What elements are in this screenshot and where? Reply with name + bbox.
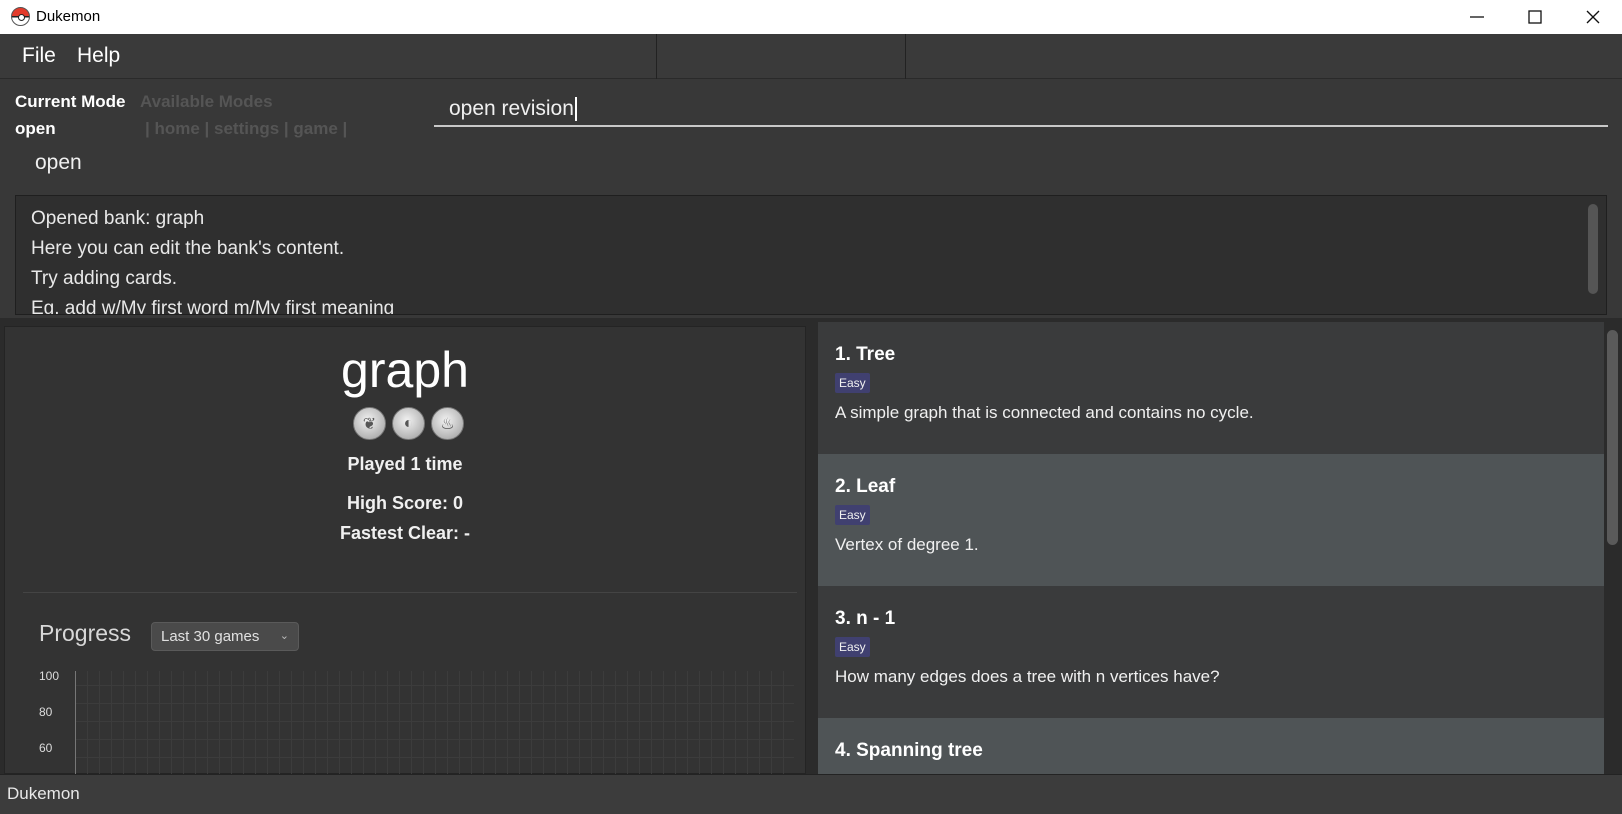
fire-badge-icon: ♨ — [431, 407, 464, 440]
pokeball-app-icon — [11, 7, 30, 26]
minimize-icon — [1470, 16, 1484, 18]
current-mode-label: Current Mode — [15, 92, 126, 111]
water-badge-icon: ◐ — [392, 407, 425, 440]
section-divider — [23, 592, 797, 593]
grass-badge-icon: ❦ — [353, 407, 386, 440]
maximize-button[interactable] — [1506, 0, 1564, 34]
y-tick-label: 80 — [39, 705, 53, 719]
card-list-scrollbar[interactable] — [1604, 322, 1622, 774]
text-caret — [574, 97, 577, 122]
menu-divider — [656, 34, 657, 79]
high-score: High Score: 0 — [346, 493, 464, 513]
y-tick-label: 100 — [39, 669, 60, 683]
command-input[interactable]: open revision — [434, 91, 1608, 127]
card-item[interactable]: 1. Tree Easy A simple graph that is conn… — [818, 322, 1604, 454]
scrollbar-thumb[interactable] — [1607, 330, 1618, 545]
difficulty-tag: Easy — [835, 373, 870, 393]
y-tick-label: 60 — [39, 741, 53, 755]
card-item[interactable]: 2. Leaf Easy Vertex of degree 1. — [818, 454, 1604, 586]
close-icon — [1586, 10, 1600, 24]
result-line: Here you can edit the bank's content. — [31, 238, 345, 259]
fastest-clear: Fastest Clear: - — [339, 523, 471, 543]
chart-plot-area — [75, 671, 794, 775]
menu-file[interactable]: File — [22, 44, 56, 68]
card-item[interactable]: 4. Spanning tree — [818, 718, 1604, 774]
minimize-button[interactable] — [1448, 0, 1506, 34]
chevron-down-icon: ⌄ — [279, 630, 289, 642]
games-range-value: Last 30 games — [161, 628, 260, 645]
window-title: Dukemon — [36, 8, 101, 25]
card-title: 1. Tree — [835, 344, 896, 365]
card-item[interactable]: 3. n - 1 Easy How many edges does a tree… — [818, 586, 1604, 718]
bank-panel: graph ❦ ◐ ♨ Played 1 time High Score: 0 … — [0, 318, 808, 775]
result-line: Eg. add w/My first word m/My first meani… — [31, 298, 395, 315]
card-meaning: Vertex of degree 1. — [835, 535, 979, 554]
progress-label: Progress — [39, 620, 132, 646]
current-mode-value: open — [15, 119, 56, 138]
difficulty-tag: Easy — [835, 637, 870, 657]
bank-info-card: graph ❦ ◐ ♨ Played 1 time High Score: 0 … — [4, 326, 806, 775]
autocomplete-suggestion[interactable]: open — [35, 151, 82, 175]
card-list[interactable]: 1. Tree Easy A simple graph that is conn… — [818, 322, 1604, 774]
command-text: open revision — [449, 97, 574, 120]
close-button[interactable] — [1564, 0, 1622, 34]
status-bar: Dukemon — [0, 774, 1622, 814]
status-text: Dukemon — [7, 784, 80, 803]
command-area: Current Mode open Available Modes | home… — [0, 79, 1622, 186]
maximize-icon — [1528, 10, 1542, 24]
available-modes-list: | home | settings | game | — [145, 119, 348, 138]
result-display-area: Opened bank: graph Here you can edit the… — [0, 186, 1622, 318]
available-modes-label: Available Modes — [140, 92, 273, 111]
progress-chart: 100 80 60 — [35, 669, 795, 775]
bank-title: graph — [341, 342, 469, 398]
played-count: Played 1 time — [347, 454, 463, 474]
title-bar: Dukemon — [0, 0, 1622, 34]
result-display[interactable]: Opened bank: graph Here you can edit the… — [15, 195, 1607, 315]
card-title: 2. Leaf — [835, 476, 896, 497]
difficulty-tag: Easy — [835, 505, 870, 525]
menu-help[interactable]: Help — [77, 44, 120, 68]
menu-divider — [905, 34, 906, 79]
card-title: 4. Spanning tree — [835, 740, 983, 761]
card-title: 3. n - 1 — [835, 608, 896, 629]
menu-bar: File Help — [0, 34, 1622, 79]
result-line: Opened bank: graph — [31, 208, 205, 229]
result-scrollbar[interactable] — [1588, 204, 1598, 294]
badge-row: ❦ ◐ ♨ — [353, 407, 464, 440]
result-line: Try adding cards. — [31, 268, 178, 289]
card-meaning: A simple graph that is connected and con… — [835, 403, 1254, 422]
games-range-select[interactable]: Last 30 games ⌄ — [151, 622, 299, 651]
card-meaning: How many edges does a tree with n vertic… — [835, 667, 1220, 686]
